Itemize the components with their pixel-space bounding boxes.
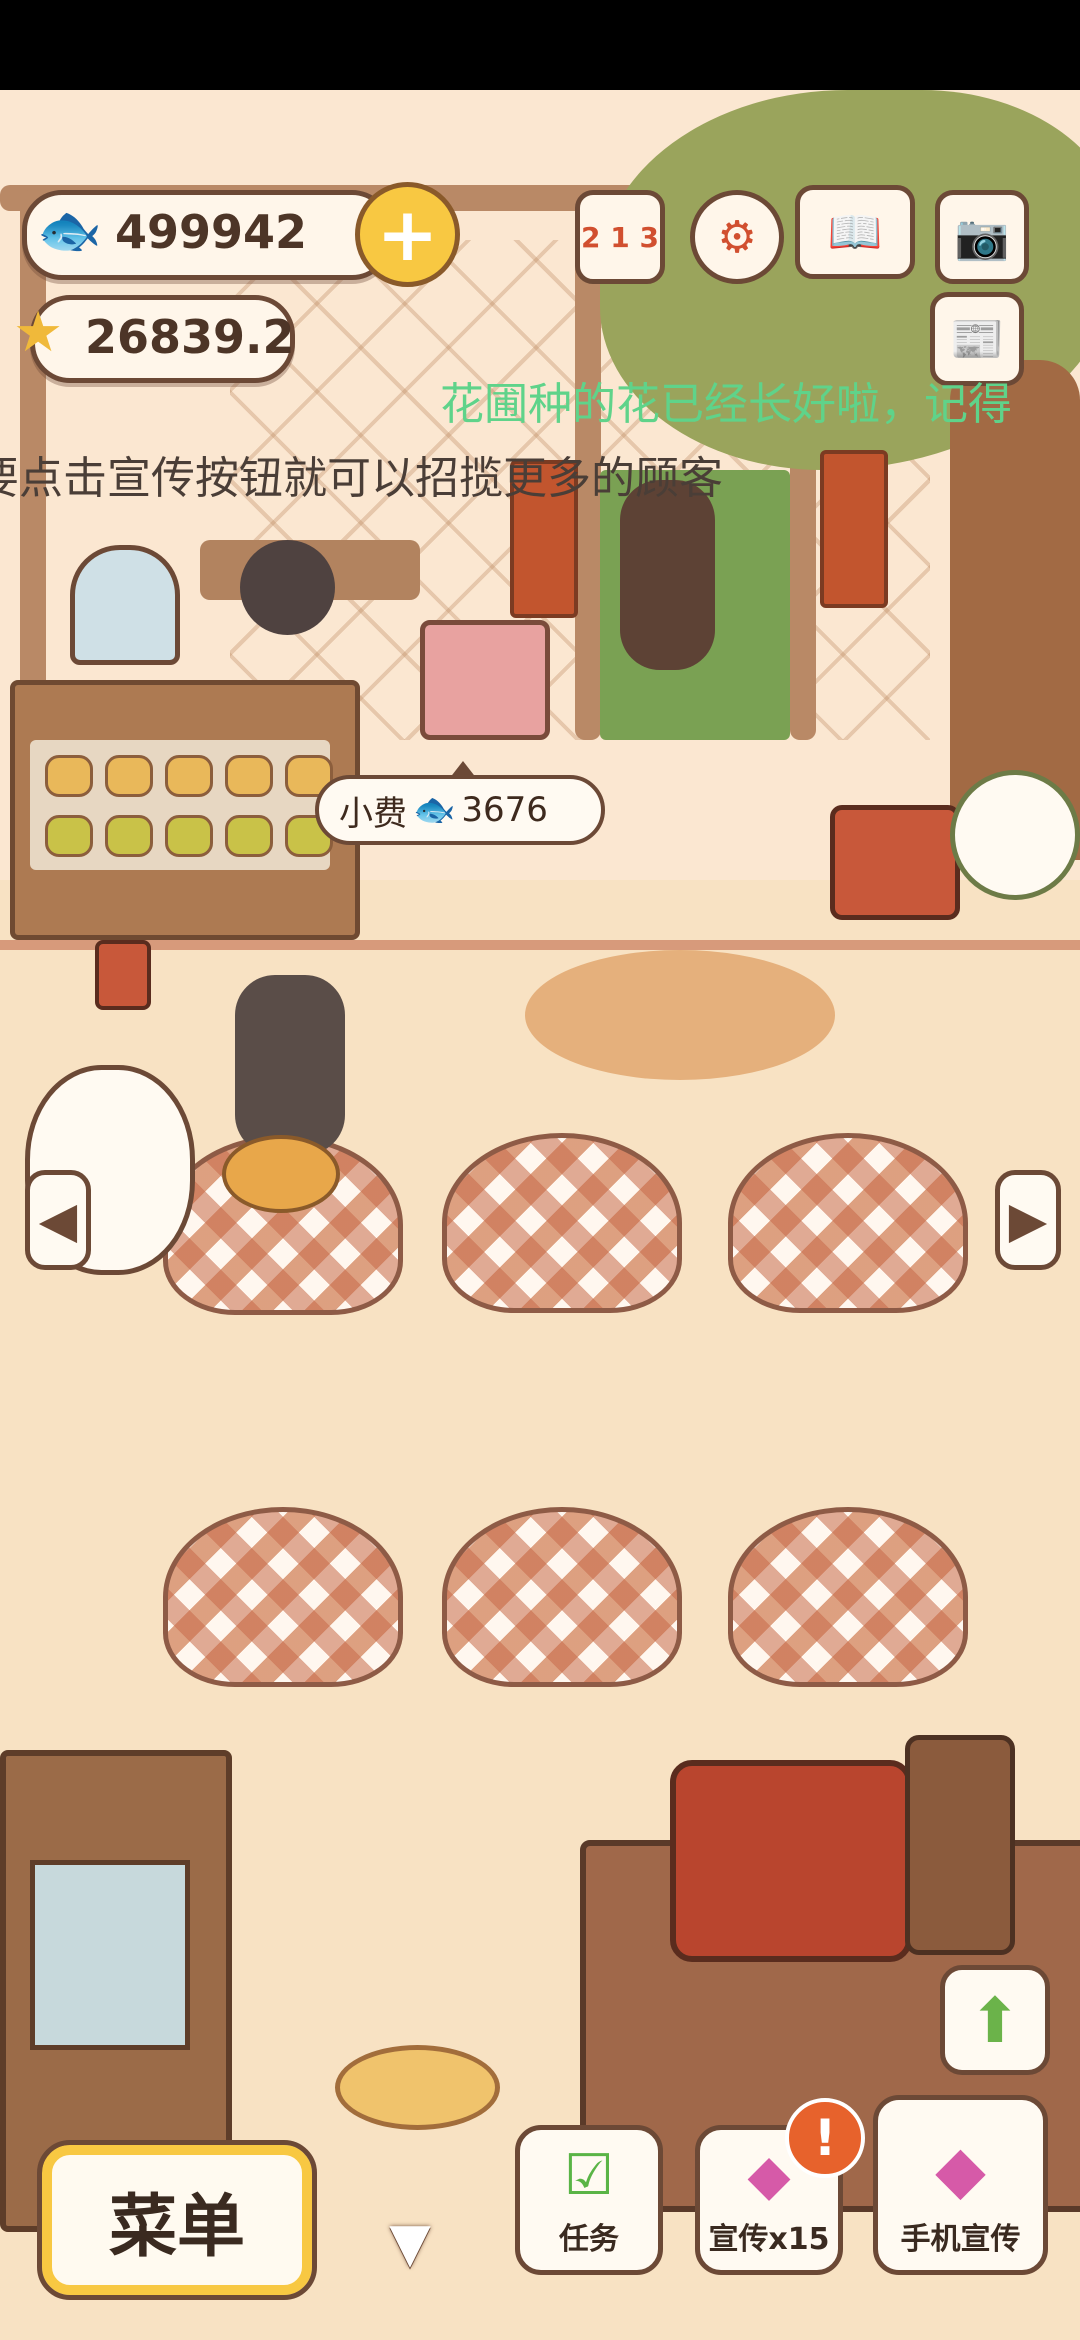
alert-badge: ! [785, 2098, 865, 2178]
fish-icon: 🐟 [413, 790, 456, 830]
menu-label: 菜单 [108, 2187, 245, 2267]
task-button[interactable]: ☑ 任务 [515, 2125, 663, 2275]
marquee-line-1: 花圃种的花已经长好啦，记得 [440, 379, 1012, 430]
phone-promo-icon: ◆ [935, 2131, 986, 2208]
phone-promo-button[interactable]: ◆ 手机宣传 [873, 2095, 1048, 2275]
pastry [225, 815, 273, 857]
checklist-icon: ☑ [563, 2143, 615, 2208]
gear-icon[interactable]: ⚙ [690, 190, 784, 284]
floor-path [0, 920, 1080, 970]
dining-table[interactable] [728, 1133, 968, 1313]
scroll-left-button[interactable]: ◀ [25, 1170, 91, 1270]
promo-label: 宣传x15 [708, 2222, 830, 2257]
pastry [165, 755, 213, 797]
cake-dome [70, 545, 180, 665]
pastry [45, 755, 93, 797]
shiba-waiter[interactable] [620, 480, 715, 670]
tip-bubble[interactable]: 小费 🐟 3676 [315, 761, 605, 845]
dining-table[interactable] [163, 1507, 403, 1687]
recipe-book-icon[interactable]: 📖 [795, 185, 915, 279]
tip-label: 小费 [339, 793, 407, 834]
taiyaki-fish-icon[interactable] [222, 1135, 340, 1213]
pastry [225, 755, 273, 797]
add-fish-button[interactable]: + [355, 182, 460, 287]
cabinet-glass [30, 1860, 190, 2050]
chevron-left-icon: ◀ [38, 1191, 78, 1249]
chevron-right-icon: ▶ [1008, 1191, 1048, 1249]
fish-counter-pill: 🐟 499942 [22, 190, 392, 280]
pastry [45, 815, 93, 857]
tip-amount: 3676 [461, 790, 548, 830]
dining-table[interactable] [442, 1507, 682, 1687]
star-counter-pill: ★ 26839.2 [13, 295, 295, 383]
pet-cushion[interactable] [335, 2045, 500, 2130]
tv-head-customer[interactable] [830, 805, 960, 920]
star-count: 26839.2 [85, 310, 295, 364]
arrow-up-icon: ⬆ [969, 1983, 1021, 2057]
red-banner-right [820, 450, 888, 608]
espresso-machine[interactable] [670, 1760, 912, 1962]
pastry [105, 755, 153, 797]
chevron-down-icon: ▼ [389, 2211, 431, 2274]
status-bar [0, 0, 1080, 90]
fish-count: 499942 [115, 205, 308, 259]
coffee-grinder[interactable] [905, 1735, 1015, 1955]
plus-icon: + [376, 191, 439, 278]
menu-button[interactable]: 菜单 [37, 2140, 317, 2300]
pastry [165, 815, 213, 857]
camera-icon[interactable]: 📷 [935, 190, 1029, 284]
scroll-right-button[interactable]: ▶ [995, 1170, 1061, 1270]
wreath-cat-customer[interactable] [950, 770, 1080, 900]
black-cat-cashier[interactable] [240, 540, 335, 635]
dining-table[interactable] [728, 1507, 968, 1687]
phone-promo-label: 手机宣传 [900, 2222, 1021, 2257]
pastry [105, 815, 153, 857]
ranking-icon[interactable]: 2 1 3 [575, 190, 665, 284]
phone-promo-icon: ◆ [747, 2143, 791, 2208]
fish-icon: 🐟 [37, 201, 102, 261]
phone-order-icon[interactable] [95, 940, 151, 1010]
badger-customer[interactable] [235, 975, 345, 1155]
dining-table[interactable] [442, 1133, 682, 1313]
cash-register[interactable] [420, 620, 550, 740]
collapse-down-button[interactable]: ▼ [365, 2211, 455, 2274]
task-label: 任务 [559, 2222, 619, 2257]
marquee-line-2: 要点击宣传按钮就可以招揽更多的顾客 [0, 453, 723, 504]
cat-rug [525, 950, 835, 1080]
expand-up-button[interactable]: ⬆ [940, 1965, 1050, 2075]
star-icon: ★ [13, 300, 64, 365]
